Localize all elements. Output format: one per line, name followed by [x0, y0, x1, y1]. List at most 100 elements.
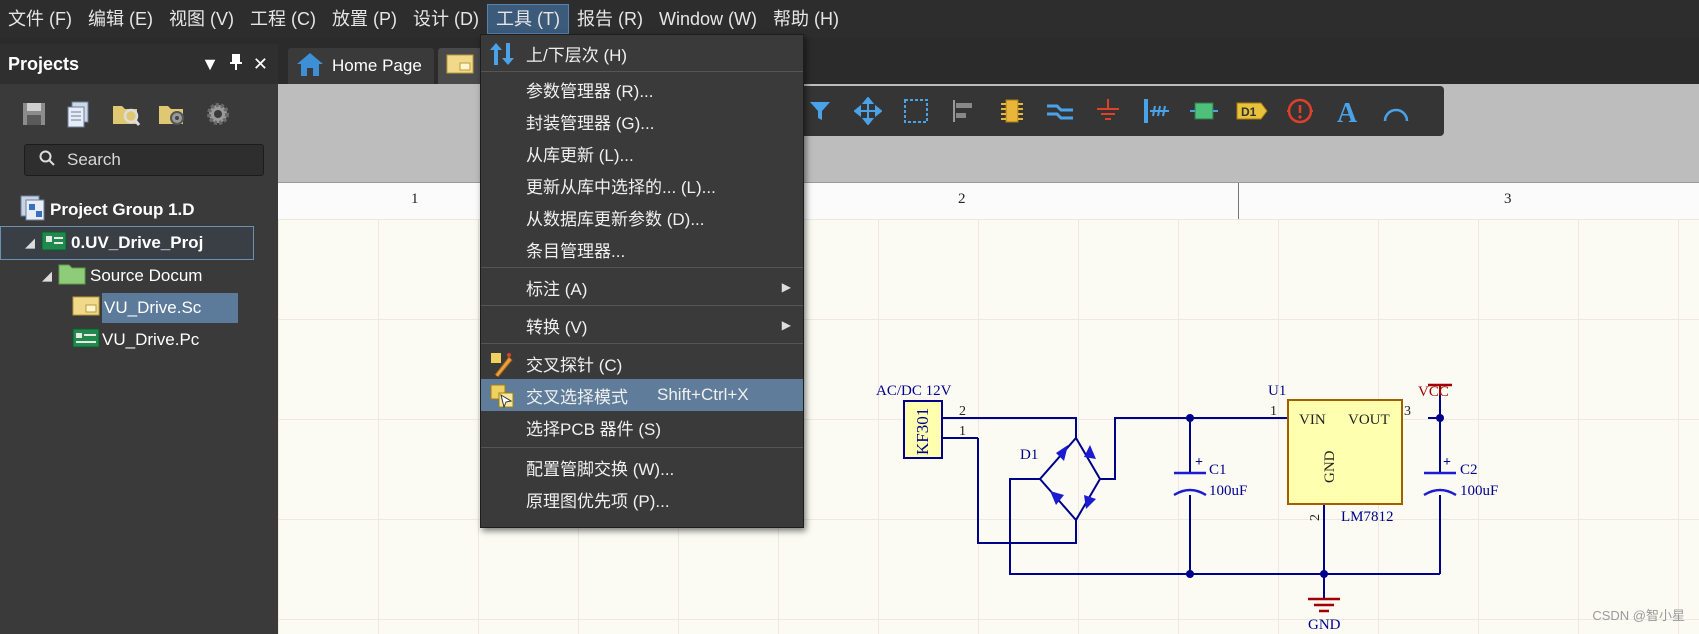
project-options-icon[interactable] — [156, 98, 188, 130]
connector-kf301[interactable]: AC/DC 12V KF301 2 1 — [876, 383, 978, 459]
search-input[interactable]: Search — [24, 144, 264, 176]
menu-separator — [481, 71, 803, 72]
menu-reports[interactable]: 报告 (R) — [569, 4, 651, 34]
menu-item-update-from-library[interactable]: 从库更新 (L)... — [481, 137, 803, 169]
close-icon[interactable]: ✕ — [253, 54, 268, 75]
menu-file[interactable]: 文件 (F) — [0, 4, 80, 34]
wire-icon[interactable] — [1040, 91, 1080, 131]
schematic-doc-icon — [446, 53, 474, 80]
c2-plus: + — [1443, 455, 1451, 470]
project-tree: Project Group 1.D ◢ 0.UV_Drive_Proj ◢ So… — [0, 194, 278, 356]
menu-help[interactable]: 帮助 (H) — [765, 4, 847, 34]
tab-label: Home Page — [332, 56, 422, 75]
tree-item-label: 0.UV_Drive_Proj — [71, 233, 204, 252]
menu-view[interactable]: 视图 (V) — [161, 4, 242, 34]
arc-icon[interactable] — [1376, 91, 1416, 131]
menu-tools[interactable]: 工具 (T) — [486, 4, 569, 34]
projects-panel-title: Projects — [8, 53, 80, 74]
tree-item-project[interactable]: ◢ 0.UV_Drive_Proj — [0, 226, 254, 260]
u1-ref: U1 — [1268, 383, 1286, 399]
text-icon[interactable]: A — [1328, 91, 1368, 131]
projects-panel-header: Projects ▼ ✕ — [0, 44, 278, 84]
u1-pin-vin: VIN — [1299, 412, 1326, 428]
pcb-doc-icon — [72, 327, 100, 354]
menu-item-hierarchy[interactable]: 上/下层次 (H) — [481, 37, 803, 69]
menu-item-configure-pin-swapping[interactable]: 配置管脚交换 (W)... — [481, 451, 803, 483]
compile-icon[interactable] — [64, 98, 96, 130]
menu-item-select-pcb-components[interactable]: 选择PCB 器件 (S) — [481, 411, 803, 443]
c2-ref: C2 — [1460, 462, 1478, 478]
tree-item-schematic-doc[interactable]: VU_Drive.Sc — [0, 292, 278, 324]
c1-plus: + — [1195, 455, 1203, 470]
capacitor-c1[interactable]: + C1 100uF — [1173, 455, 1247, 499]
regulator-u1[interactable]: U1 VIN VOUT GND 1 3 2 LM7812 — [1268, 383, 1411, 525]
ruler-label: 3 — [1504, 191, 1512, 207]
menu-item-convert[interactable]: 转换 (V) ▶ — [481, 309, 803, 341]
connector-label: AC/DC 12V — [876, 383, 952, 399]
menu-project[interactable]: 工程 (C) — [242, 4, 324, 34]
c1-ref: C1 — [1209, 462, 1227, 478]
menu-place[interactable]: 放置 (P) — [324, 4, 405, 34]
u1-pin2-num: 2 — [1308, 514, 1323, 521]
save-icon[interactable] — [18, 98, 50, 130]
collapse-icon[interactable]: ◢ — [23, 235, 37, 251]
tree-item-pcb-doc[interactable]: VU_Drive.Pc — [0, 324, 278, 356]
vcc-port[interactable]: VCC — [1418, 383, 1452, 400]
port-icon[interactable]: D1 — [1232, 91, 1272, 131]
menu-item-cross-select-mode[interactable]: 交叉选择模式 Shift+Ctrl+X — [481, 379, 803, 411]
menu-window[interactable]: Window (W) — [651, 4, 765, 34]
menu-item-item-manager[interactable]: 条目管理器... — [481, 233, 803, 265]
connector-pin-2: 2 — [959, 404, 966, 419]
vcc-label: VCC — [1418, 384, 1449, 400]
ground-power-icon[interactable] — [1088, 91, 1128, 131]
move-icon[interactable] — [848, 91, 888, 131]
u1-part: LM7812 — [1341, 509, 1394, 525]
no-erc-icon[interactable] — [1280, 91, 1320, 131]
place-part-icon[interactable] — [992, 91, 1032, 131]
harness-icon[interactable] — [1136, 91, 1176, 131]
u1-pin3-num: 3 — [1404, 404, 1411, 419]
select-area-icon[interactable] — [896, 91, 936, 131]
collapse-icon[interactable]: ◢ — [40, 268, 54, 284]
tree-item-label: Project Group 1.D — [50, 200, 195, 219]
gnd-port[interactable]: GND — [1308, 597, 1341, 633]
menu-item-update-selected-from-library[interactable]: 更新从库中选择的... (L)... — [481, 169, 803, 201]
u1-pin1-num: 1 — [1270, 404, 1277, 419]
menu-item-update-params-from-db[interactable]: 从数据库更新参数 (D)... — [481, 201, 803, 233]
projects-toolbar — [0, 84, 278, 144]
sheet-symbol-icon[interactable] — [1184, 91, 1224, 131]
filter-icon[interactable] — [800, 91, 840, 131]
menu-item-cross-probe[interactable]: 交叉探针 (C) — [481, 347, 803, 379]
gear-icon[interactable] — [202, 98, 234, 130]
cross-probe-icon — [489, 351, 515, 378]
menu-separator — [481, 305, 803, 306]
folder-icon — [58, 262, 86, 291]
capacitor-c2[interactable]: + C2 100uF — [1423, 455, 1498, 499]
menu-item-parameter-manager[interactable]: 参数管理器 (R)... — [481, 73, 803, 105]
menu-item-annotation[interactable]: 标注 (A) ▶ — [481, 271, 803, 303]
ruler-label: 1 — [411, 191, 419, 207]
tools-dropdown-menu: 上/下层次 (H) 参数管理器 (R)... 封装管理器 (G)... 从库更新… — [480, 34, 804, 528]
menu-edit[interactable]: 编辑 (E) — [80, 4, 161, 34]
svg-text:A: A — [1337, 98, 1358, 125]
up-down-arrows-icon — [489, 41, 515, 67]
menu-separator — [481, 447, 803, 448]
ruler-label: 2 — [958, 191, 966, 207]
schematic-doc-icon — [72, 295, 100, 322]
cross-select-icon — [489, 383, 515, 409]
search-icon — [39, 150, 55, 171]
align-icon[interactable] — [944, 91, 984, 131]
panel-menu-icon[interactable]: ▼ — [201, 54, 219, 75]
tree-item-source-folder[interactable]: ◢ Source Docum — [0, 260, 278, 292]
menu-separator — [481, 267, 803, 268]
menu-design[interactable]: 设计 (D) — [405, 4, 487, 34]
tab-home-page[interactable]: Home Page — [288, 48, 434, 84]
pin-icon[interactable] — [229, 53, 243, 76]
menu-item-footprint-manager[interactable]: 封装管理器 (G)... — [481, 105, 803, 137]
tree-item-project-group[interactable]: Project Group 1.D — [0, 194, 278, 226]
menu-item-schematic-preferences[interactable]: 原理图优先项 (P)... — [481, 483, 803, 515]
menu-separator — [481, 343, 803, 344]
u1-pin-vout: VOUT — [1348, 412, 1390, 428]
project-group-icon — [20, 195, 46, 226]
open-project-icon[interactable] — [110, 98, 142, 130]
